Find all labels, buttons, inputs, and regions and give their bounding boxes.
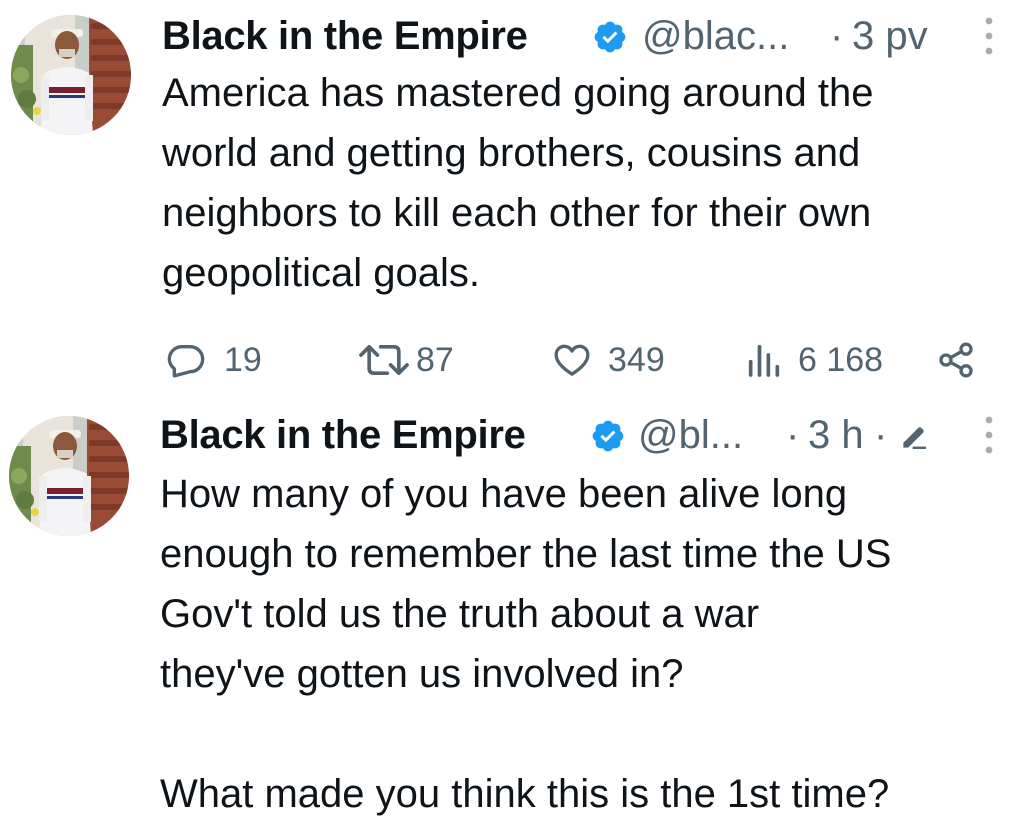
more-options-icon[interactable] bbox=[982, 14, 996, 58]
tweet[interactable]: Black in the Empire @bl... · 3 h · How m… bbox=[0, 400, 1026, 835]
share-button[interactable] bbox=[936, 330, 980, 390]
tweet-timestamp[interactable]: 3 pv bbox=[852, 6, 928, 66]
tweet[interactable]: Black in the Empire @blac... · 3 pv Amer… bbox=[0, 0, 1026, 400]
author-avatar[interactable] bbox=[11, 15, 131, 135]
author-avatar[interactable] bbox=[9, 416, 129, 536]
tweet-header: Black in the Empire @blac... · 3 pv bbox=[162, 6, 1006, 66]
tweet-timestamp[interactable]: 3 h bbox=[808, 405, 864, 465]
more-options-icon[interactable] bbox=[982, 413, 996, 457]
author-handle[interactable]: @blac... bbox=[642, 6, 789, 66]
repost-count: 87 bbox=[416, 341, 454, 379]
like-count: 349 bbox=[608, 341, 665, 379]
views-icon bbox=[744, 340, 784, 380]
tweet-action-bar: 19 87 349 6 168 bbox=[0, 330, 1026, 390]
separator-dot: · bbox=[830, 14, 844, 58]
tweet-header: Black in the Empire @bl... · 3 h · bbox=[160, 405, 1006, 465]
separator-dot: · bbox=[786, 413, 800, 457]
like-icon bbox=[552, 340, 592, 380]
repost-button[interactable]: 87 bbox=[356, 330, 476, 390]
separator-dot: · bbox=[874, 413, 888, 457]
like-button[interactable]: 349 bbox=[552, 330, 692, 390]
share-icon bbox=[936, 340, 976, 380]
reply-count: 19 bbox=[224, 341, 262, 379]
views-count: 6 168 bbox=[798, 341, 884, 379]
views-button[interactable]: 6 168 bbox=[744, 330, 914, 390]
tweet-text: How many of you have been alive long eno… bbox=[160, 472, 892, 816]
author-display-name[interactable]: Black in the Empire bbox=[162, 6, 528, 66]
repost-icon bbox=[356, 340, 412, 380]
reply-button[interactable]: 19 bbox=[166, 330, 276, 390]
verified-badge-icon[interactable] bbox=[592, 19, 628, 55]
verified-badge-icon[interactable] bbox=[590, 418, 626, 454]
edited-pencil-icon[interactable] bbox=[898, 421, 930, 453]
reply-icon bbox=[166, 340, 206, 380]
tweet-text: America has mastered going around the wo… bbox=[162, 71, 874, 295]
author-handle[interactable]: @bl... bbox=[638, 405, 743, 465]
author-display-name[interactable]: Black in the Empire bbox=[160, 405, 526, 465]
